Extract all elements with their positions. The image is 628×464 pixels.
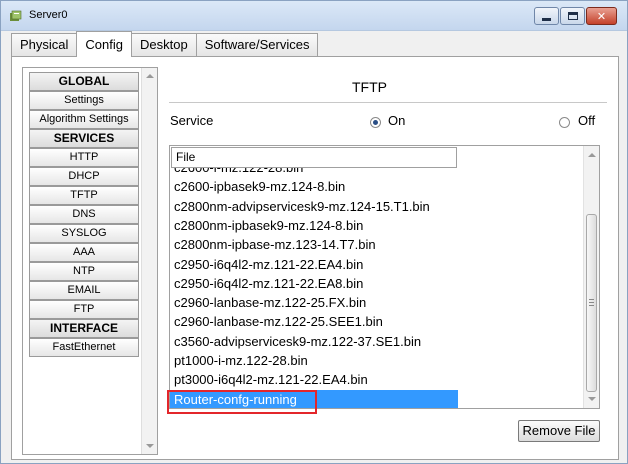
file-list-item[interactable]: c3560-advipservicesk9-mz.122-37.SE1.bin — [170, 332, 458, 351]
config-content: GLOBAL Settings Algorithm Settings SERVICES… — [11, 56, 619, 460]
scroll-down-icon[interactable] — [588, 397, 596, 401]
scroll-thumb[interactable] — [586, 214, 597, 392]
sidebar-item-interface: INTERFACE — [29, 319, 139, 338]
file-list-item[interactable]: c2960-lanbase-mz.122-25.FX.bin — [170, 293, 458, 312]
sidebar-list: GLOBAL Settings Algorithm Settings SERVICES… — [29, 72, 139, 357]
window-controls: ✕ — [533, 7, 617, 25]
close-icon: ✕ — [596, 9, 607, 23]
minimize-icon — [542, 17, 551, 21]
sidebar-item-ntp[interactable]: NTP — [29, 262, 139, 281]
grip-line — [589, 299, 594, 300]
sidebar-scrollbar[interactable] — [141, 68, 157, 454]
file-list-item[interactable]: c2800nm-ipbase-mz.123-14.T7.bin — [170, 235, 458, 254]
config-sidebar: GLOBAL Settings Algorithm Settings SERVICES… — [22, 67, 158, 455]
service-off-label: Off — [578, 113, 596, 128]
tab-software-services[interactable]: Software/Services — [195, 33, 319, 57]
minimize-button[interactable] — [534, 7, 559, 25]
sidebar-item-http[interactable]: HTTP — [29, 148, 139, 167]
maximize-button[interactable] — [560, 7, 585, 25]
file-list-item[interactable]: c2960-lanbase-mz.122-25.SEE1.bin — [170, 312, 458, 331]
window-title: Server0 — [29, 9, 68, 21]
close-button[interactable]: ✕ — [586, 7, 617, 25]
tab-config[interactable]: Config — [76, 31, 132, 57]
sidebar-item-dhcp[interactable]: DHCP — [29, 167, 139, 186]
service-on-label: On — [388, 113, 406, 128]
file-list-item[interactable]: c2950-i6q4l2-mz.121-22.EA4.bin — [170, 255, 458, 274]
tab-desktop[interactable]: Desktop — [131, 33, 197, 57]
server-window: Server0 ✕ Physical Config Desktop Softwa… — [0, 0, 628, 464]
tab-physical[interactable]: Physical — [11, 33, 78, 57]
file-list-item[interactable]: c2800nm-advipservicesk9-mz.124-15.T1.bin — [170, 197, 458, 216]
scroll-up-icon[interactable] — [588, 153, 596, 157]
file-list: File c2600-i-mz.122-28.binc2600-ipbasek9… — [169, 145, 600, 409]
sidebar-item-global: GLOBAL — [29, 72, 139, 91]
tab-bar: Physical Config Desktop Software/Service… — [11, 31, 319, 57]
file-list-item[interactable]: c2800nm-ipbasek9-mz.124-8.bin — [170, 216, 458, 235]
sidebar-item-dns[interactable]: DNS — [29, 205, 139, 224]
sidebar-item-syslog[interactable]: SYSLOG — [29, 224, 139, 243]
title-divider — [169, 102, 607, 103]
sidebar-item-fastethernet[interactable]: FastEthernet — [29, 338, 139, 357]
file-list-scrollbar[interactable] — [583, 146, 599, 408]
grip-line — [589, 305, 594, 306]
scroll-down-icon[interactable] — [146, 444, 154, 448]
title-bar[interactable]: Server0 ✕ — [1, 1, 627, 31]
service-title: TFTP — [352, 79, 387, 95]
file-column-header[interactable]: File — [171, 147, 457, 168]
file-list-item[interactable]: pt1000-i-mz.122-28.bin — [170, 351, 458, 370]
file-list-item[interactable]: pt3000-i6q4l2-mz.121-22.EA4.bin — [170, 370, 458, 389]
sidebar-item-aaa[interactable]: AAA — [29, 243, 139, 262]
sidebar-item-ftp[interactable]: FTP — [29, 300, 139, 319]
service-off-radio[interactable] — [559, 117, 570, 128]
sidebar-item-algorithm-settings[interactable]: Algorithm Settings — [29, 110, 139, 129]
grip-line — [589, 302, 594, 303]
sidebar-item-services: SERVICES — [29, 129, 139, 148]
sidebar-item-settings[interactable]: Settings — [29, 91, 139, 110]
service-label: Service — [170, 113, 214, 128]
scroll-up-icon[interactable] — [146, 74, 154, 78]
sidebar-item-tftp[interactable]: TFTP — [29, 186, 139, 205]
file-list-item[interactable]: Router-confg-running — [170, 389, 458, 408]
maximize-icon — [567, 12, 578, 20]
sidebar-item-email[interactable]: EMAIL — [29, 281, 139, 300]
file-list-item[interactable]: c2950-i6q4l2-mz.121-22.EA8.bin — [170, 274, 458, 293]
packet-tracer-server-icon — [10, 10, 22, 21]
file-list-item[interactable]: c2600-ipbasek9-mz.124-8.bin — [170, 177, 458, 196]
service-on-radio[interactable] — [370, 117, 381, 128]
remove-file-button[interactable]: Remove File — [518, 420, 600, 442]
